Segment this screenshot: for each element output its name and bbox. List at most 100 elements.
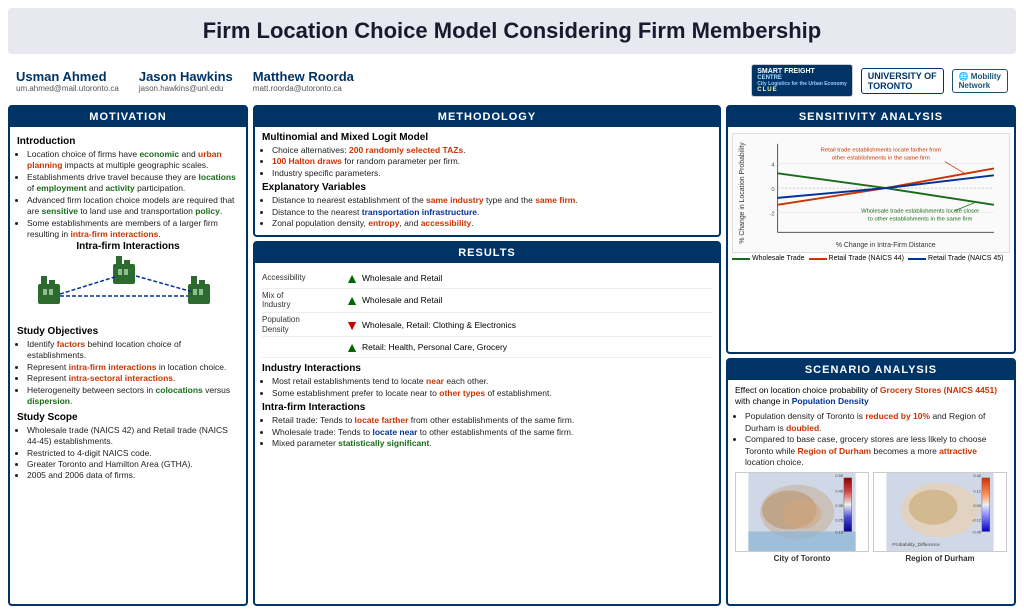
scenario-subtitle: Effect on location choice probability of…	[735, 385, 1007, 409]
main-content: MOTIVATION Introduction Location choice …	[8, 105, 1016, 606]
scope-bullet-4: 2005 and 2006 data of firms.	[27, 470, 239, 481]
toronto-map-container: 0.55 0.45 0.35 0.25 0.15 City of Toronto	[735, 472, 869, 563]
results-header: RESULTS	[255, 243, 719, 263]
scenario-header: SCENARIO ANALYSIS	[728, 360, 1014, 380]
toronto-logo: UNIVERSITY OFTORONTO	[861, 68, 944, 94]
svg-text:other establishments in the sa: other establishments in the same firm	[832, 156, 930, 162]
row4-value: Retail: Health, Personal Care, Grocery	[362, 342, 712, 352]
legend-wholesale-label: Wholesale Trade	[752, 255, 805, 262]
intra-firm-diagram	[17, 252, 239, 322]
svg-text:0: 0	[771, 187, 775, 193]
svg-text:0.45: 0.45	[835, 488, 843, 493]
intra-bullet-2: Wholesale trade: Tends to locate near to…	[272, 427, 712, 438]
industry-interactions-title: Industry Interactions	[262, 363, 712, 374]
author-2: Jason Hawkins jason.hawkins@unl.edu	[139, 69, 233, 93]
row3-arrow: ▼	[342, 317, 362, 333]
durham-map: 0.42 0.12 0.00 -0.12 -0.45 Probability_D…	[873, 472, 1007, 552]
scenario-panel: SCENARIO ANALYSIS Effect on location cho…	[726, 358, 1016, 607]
logos: SMART FREIGHT CENTRE City Logistics for …	[751, 64, 1008, 97]
chart-legend: Wholesale Trade Retail Trade (NAICS 44) …	[732, 255, 1010, 262]
exp-bullet-1: Distance to nearest establishment of the…	[272, 195, 712, 206]
sensitivity-header: SENSITIVITY ANALYSIS	[728, 107, 1014, 127]
intra-firm-bullets: Retail trade: Tends to locate farther fr…	[262, 415, 712, 449]
intra-bullet-3: Mixed parameter statistically significan…	[272, 438, 712, 449]
motivation-body: Introduction Location choice of firms ha…	[10, 127, 246, 604]
svg-text:-0.45: -0.45	[972, 529, 981, 534]
svg-text:% Change in Location Probabili: % Change in Location Probability	[739, 142, 746, 244]
svg-text:0.42: 0.42	[973, 473, 981, 478]
author-1-name: Usman Ahmed	[16, 69, 119, 84]
right-panel: SENSITIVITY ANALYSIS % Change in Locatio…	[726, 105, 1016, 606]
legend-wholesale: Wholesale Trade	[732, 255, 805, 262]
svg-text:4: 4	[771, 162, 775, 168]
author-2-name: Jason Hawkins	[139, 69, 233, 84]
row3-label: PopulationDensity	[262, 315, 342, 334]
svg-text:0.55: 0.55	[835, 473, 843, 478]
explanatory-bullets: Distance to nearest establishment of the…	[262, 195, 712, 229]
intra-firm-interactions-title: Intra-firm Interactions	[262, 402, 712, 413]
legend-retail44-label: Retail Trade (NAICS 44)	[829, 255, 904, 262]
row1-value: Wholesale and Retail	[362, 273, 712, 283]
row1-arrow: ▲	[342, 270, 362, 286]
toronto-map: 0.55 0.45 0.35 0.25 0.15	[735, 472, 869, 552]
intro-bullet-2: Establishments drive travel because they…	[27, 172, 239, 195]
svg-text:0.12: 0.12	[973, 488, 981, 493]
sensitivity-chart: % Change in Location Probability % Chang…	[732, 133, 1010, 253]
intra-bullet-1: Retail trade: Tends to locate farther fr…	[272, 415, 712, 426]
intra-firm-title: Intra-firm Interactions	[17, 241, 239, 252]
obj-bullet-3: Represent intra-sectoral interactions.	[27, 373, 239, 384]
model-bullet-1: Choice alternatives: 200 randomly select…	[272, 145, 712, 156]
study-scope-title: Study Scope	[17, 412, 239, 423]
poster: Firm Location Choice Model Considering F…	[0, 0, 1024, 614]
maps-row: 0.55 0.45 0.35 0.25 0.15 City of Toronto	[735, 472, 1007, 563]
study-objectives-title: Study Objectives	[17, 326, 239, 337]
authors-list: Usman Ahmed um.ahmed@mail.utoronto.ca Ja…	[16, 69, 354, 93]
study-objectives-bullets: Identify factors behind location choice …	[17, 339, 239, 408]
exp-bullet-2: Distance to the nearest transportation i…	[272, 207, 712, 218]
author-2-email: jason.hawkins@unl.edu	[139, 84, 233, 93]
results-row-2: Mix ofIndustry ▲ Wholesale and Retail	[262, 289, 712, 313]
ind-bullet-2: Some establishment prefer to locate near…	[272, 388, 712, 399]
results-row-3: PopulationDensity ▼ Wholesale, Retail: C…	[262, 313, 712, 337]
scenario-bullet-2: Compared to base case, grocery stores ar…	[745, 434, 1007, 468]
author-1: Usman Ahmed um.ahmed@mail.utoronto.ca	[16, 69, 119, 93]
ind-bullet-1: Most retail establishments tend to locat…	[272, 376, 712, 387]
row2-value: Wholesale and Retail	[362, 295, 712, 305]
methodology-body: Multinomial and Mixed Logit Model Choice…	[255, 127, 719, 235]
scenario-body: Effect on location choice probability of…	[728, 380, 1014, 568]
row4-arrow: ▲	[342, 339, 362, 355]
methodology-header: METHODOLOGY	[255, 107, 719, 127]
industry-bullets: Most retail establishments tend to locat…	[262, 376, 712, 399]
obj-bullet-1: Identify factors behind location choice …	[27, 339, 239, 362]
introduction-bullets: Location choice of firms have economic a…	[17, 149, 239, 241]
results-row-4: ▲ Retail: Health, Personal Care, Grocery	[262, 337, 712, 358]
svg-text:0.00: 0.00	[973, 503, 981, 508]
svg-text:-0.12: -0.12	[972, 517, 981, 522]
svg-text:-2: -2	[769, 212, 774, 218]
intra-firm-svg	[28, 254, 228, 319]
svg-text:to other establishments in the: to other establishments in the same firm	[868, 217, 973, 223]
center-panel: METHODOLOGY Multinomial and Mixed Logit …	[253, 105, 721, 606]
scenario-bullets: Population density of Toronto is reduced…	[735, 411, 1007, 468]
row2-label: Mix ofIndustry	[262, 291, 342, 310]
durham-map-container: 0.42 0.12 0.00 -0.12 -0.45 Probability_D…	[873, 472, 1007, 563]
model-bullet-3: Industry specific parameters.	[272, 168, 712, 179]
obj-bullet-4: Heterogeneity between sectors in colocat…	[27, 385, 239, 408]
toronto-map-svg: 0.55 0.45 0.35 0.25 0.15	[736, 473, 868, 551]
legend-retail45: Retail Trade (NAICS 45)	[908, 255, 1003, 262]
toronto-map-label: City of Toronto	[735, 554, 869, 563]
author-1-email: um.ahmed@mail.utoronto.ca	[16, 84, 119, 93]
methodology-panel: METHODOLOGY Multinomial and Mixed Logit …	[253, 105, 721, 237]
obj-bullet-2: Represent intra-firm interactions in loc…	[27, 362, 239, 373]
model-bullets: Choice alternatives: 200 randomly select…	[262, 145, 712, 179]
intro-bullet-1: Location choice of firms have economic a…	[27, 149, 239, 172]
results-row-1: Accessibility ▲ Wholesale and Retail	[262, 268, 712, 289]
row2-arrow: ▲	[342, 292, 362, 308]
durham-map-svg: 0.42 0.12 0.00 -0.12 -0.45 Probability_D…	[874, 473, 1006, 551]
study-scope-bullets: Wholesale trade (NAICS 42) and Retail tr…	[17, 425, 239, 482]
legend-retail45-label: Retail Trade (NAICS 45)	[928, 255, 1003, 262]
explanatory-title: Explanatory Variables	[262, 182, 712, 193]
mobility-logo: 🌐 MobilityNetwork	[952, 69, 1008, 93]
scope-bullet-3: Greater Toronto and Hamilton Area (GTHA)…	[27, 459, 239, 470]
svg-text:Wholesale trade establishments: Wholesale trade establishments locate cl…	[861, 209, 979, 215]
